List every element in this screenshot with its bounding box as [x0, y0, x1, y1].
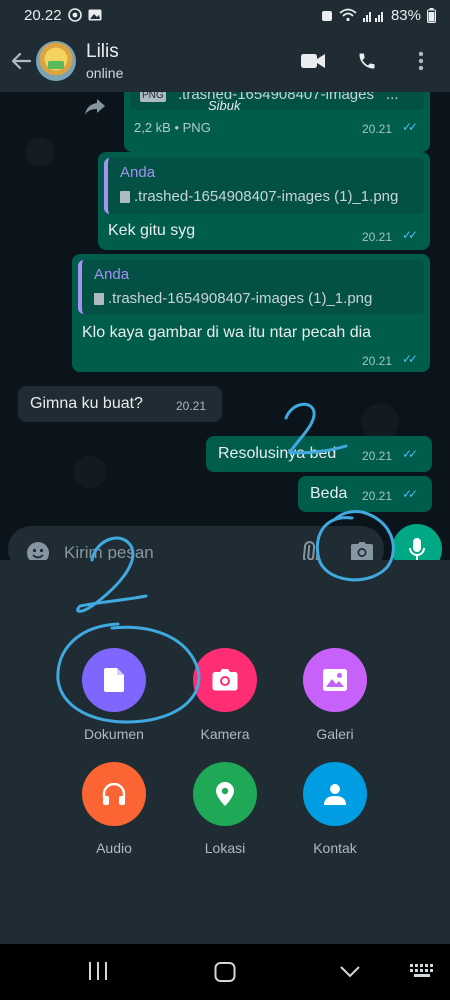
document-icon	[120, 190, 130, 203]
voice-call-button[interactable]	[354, 48, 380, 74]
file-name-ellipsis: ...	[386, 92, 399, 103]
contact-name: Lilis	[86, 41, 119, 62]
more-options-button[interactable]	[408, 48, 434, 74]
read-ticks-icon: ✓✓	[402, 487, 418, 501]
message-time: 20.21	[362, 354, 393, 368]
file-type-badge: PNG	[140, 92, 166, 102]
signal-icon	[362, 8, 385, 22]
quoted-message[interactable]: Anda .trashed-1654908407-images (1)_1.pn…	[78, 260, 424, 314]
back-arrow-icon	[11, 52, 31, 70]
file-meta: 2,2 kB • PNG	[134, 120, 211, 135]
quoted-file: .trashed-1654908407-images (1)_1.png	[120, 188, 398, 205]
read-ticks-icon: ✓✓	[402, 447, 418, 461]
message-text: Resolusinya bed	[218, 445, 337, 462]
document-icon	[94, 292, 104, 305]
recent-apps-icon	[89, 962, 107, 980]
read-ticks-icon: ✓✓	[402, 352, 418, 366]
alarm-icon	[321, 8, 333, 22]
message-time: 20.21	[362, 230, 393, 244]
location-pin-icon	[216, 782, 234, 806]
file-message[interactable]: PNG .trashed-1654908407-images ... 2,2 k…	[124, 92, 430, 152]
status-bar: 20.22 83%	[0, 0, 450, 30]
headphones-icon	[102, 783, 126, 805]
attachment-location[interactable]: Lokasi	[175, 762, 275, 856]
attachment-contact[interactable]: Kontak	[285, 762, 385, 856]
quoted-filename: .trashed-1654908407-images (1)_1.png	[134, 188, 399, 205]
battery-icon	[427, 7, 436, 23]
input-bar: Kirim pesan	[0, 524, 450, 574]
audio-circle[interactable]	[82, 762, 146, 826]
attachment-label: Dokumen	[84, 726, 144, 742]
back-button[interactable]	[6, 41, 36, 81]
back-nav-button[interactable]	[340, 966, 360, 978]
forward-button[interactable]	[84, 98, 110, 120]
video-camera-icon	[301, 54, 325, 68]
gallery-circle[interactable]	[303, 648, 367, 712]
status-time: 20.22	[24, 6, 62, 24]
document-icon	[104, 668, 124, 692]
recent-apps-button[interactable]	[88, 962, 108, 980]
handwritten-note: Sibuk	[208, 98, 241, 113]
attachment-camera[interactable]: Kamera	[175, 648, 275, 742]
attachment-label: Galeri	[316, 726, 354, 742]
contact-circle[interactable]	[303, 762, 367, 826]
attachment-label: Kontak	[313, 840, 357, 856]
image-notification-icon	[88, 9, 102, 21]
read-ticks-icon: ✓✓	[402, 228, 418, 242]
message-time: 20.21	[362, 449, 393, 463]
message-bubble-4[interactable]: Resolusinya bed 20.21 ✓✓	[206, 436, 432, 472]
message-bubble-2[interactable]: Anda .trashed-1654908407-images (1)_1.pn…	[72, 254, 430, 372]
keyboard-icon	[410, 964, 433, 977]
attachment-document[interactable]: Dokumen	[64, 648, 164, 742]
message-text: Klo kaya gambar di wa itu ntar pecah dia	[82, 324, 372, 341]
quoted-sender: Anda	[120, 164, 156, 181]
attachment-label: Lokasi	[204, 840, 246, 856]
quoted-filename: .trashed-1654908407-images (1)_1.png	[108, 290, 373, 307]
quoted-file: .trashed-1654908407-images (1)_1.png	[94, 290, 372, 307]
message-time: 20.21	[362, 489, 393, 503]
gallery-icon	[323, 669, 347, 691]
keyboard-button[interactable]	[410, 964, 434, 978]
message-time: 20.21	[176, 399, 207, 413]
message-bubble-1[interactable]: Anda .trashed-1654908407-images (1)_1.pn…	[98, 152, 430, 250]
attachment-gallery[interactable]: Galeri	[285, 648, 385, 742]
chat-header: Lilis online	[0, 30, 450, 92]
quoted-sender: Anda	[94, 266, 130, 283]
video-call-button[interactable]	[300, 48, 326, 74]
battery-percentage: 83%	[390, 6, 421, 24]
read-ticks-icon: ✓✓	[402, 120, 418, 134]
message-text: Gimna ku buat?	[30, 395, 143, 412]
message-text: Beda	[310, 485, 348, 502]
chat-area[interactable]: PNG .trashed-1654908407-images ... 2,2 k…	[0, 92, 450, 532]
home-button[interactable]	[214, 962, 236, 982]
attachment-label: Audio	[96, 840, 132, 856]
document-circle[interactable]	[82, 648, 146, 712]
location-circle[interactable]	[193, 762, 257, 826]
home-icon	[214, 962, 236, 982]
microphone-icon	[409, 538, 425, 560]
camera-icon	[212, 669, 238, 691]
message-time: 20.21	[362, 122, 393, 136]
attachment-panel: Dokumen Kamera Galeri Audio Lokasi Konta…	[0, 560, 450, 944]
contact-person-icon	[324, 784, 346, 805]
contact-info[interactable]: Lilis online	[86, 41, 123, 81]
contact-status: online	[86, 65, 124, 81]
more-vertical-icon	[418, 51, 424, 71]
attachment-label: Kamera	[200, 726, 250, 742]
attachment-audio[interactable]: Audio	[64, 762, 164, 856]
quoted-message[interactable]: Anda .trashed-1654908407-images (1)_1.pn…	[104, 158, 424, 214]
message-text: Kek gitu syg	[108, 222, 196, 239]
message-bubble-3[interactable]: Gimna ku buat? 20.21	[18, 386, 222, 422]
phone-icon	[359, 53, 375, 69]
chevron-down-icon	[340, 966, 360, 978]
whatsapp-notification-icon	[67, 8, 82, 22]
file-preview[interactable]: PNG .trashed-1654908407-images ...	[130, 92, 424, 110]
camera-circle[interactable]	[193, 648, 257, 712]
system-navigation-bar	[0, 944, 450, 1000]
contact-avatar[interactable]	[36, 41, 76, 81]
wifi-icon	[339, 8, 357, 22]
message-bubble-5[interactable]: Beda 20.21 ✓✓	[298, 476, 432, 512]
forward-icon	[85, 99, 105, 115]
